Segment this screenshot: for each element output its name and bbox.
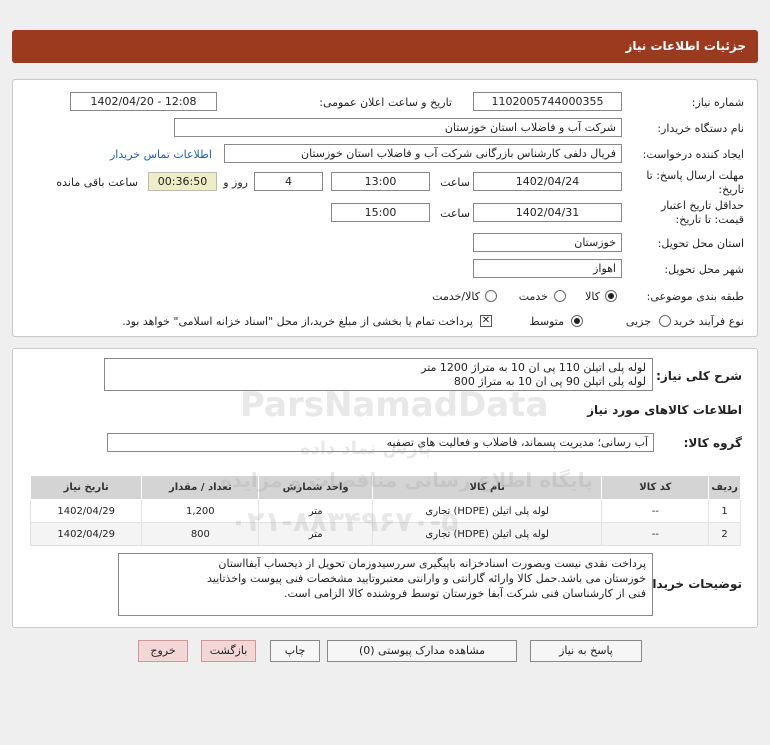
- cell-row: 1: [708, 499, 741, 523]
- goods-table-header: ردیف کد کالا نام کالا واحد شمارش تعداد /…: [29, 475, 741, 500]
- process-minor-label: جزیی: [625, 315, 651, 328]
- col-name-header: نام کالا: [371, 475, 603, 500]
- deadline-label-2: تاریخ:: [718, 183, 744, 196]
- category-goods-service-radio[interactable]: [485, 290, 497, 302]
- treasury-payment-note: پرداخت تمام یا بخشی از مبلغ خرید،از محل …: [122, 315, 473, 328]
- cell-name: لوله پلی اتیلن (HDPE) تجاری: [371, 522, 603, 546]
- buyer-notes-line-1: پرداخت نقدی نیست وبصورت اسنادخزانه باپیگ…: [218, 557, 646, 570]
- buyer-field: شرکت آب و فاضلاب استان خوزستان: [174, 118, 622, 137]
- days-label: روز و: [223, 176, 248, 189]
- cell-qty: 1,200: [141, 499, 260, 523]
- days-field: 4: [254, 172, 323, 191]
- goods-group-field: آب رسانی؛ مدیریت پسماند، فاضلاب و فعالیت…: [107, 433, 654, 452]
- cell-row: 2: [708, 522, 741, 546]
- category-service-radio[interactable]: [554, 290, 566, 302]
- category-goods-label: کالا: [585, 290, 600, 303]
- validity-time-label: ساعت: [440, 207, 470, 220]
- cell-date: 1402/04/29: [29, 522, 143, 546]
- cell-qty: 800: [141, 522, 260, 546]
- need-description-label: شرح کلی نیاز:: [656, 369, 742, 383]
- city-label: شهر محل تحویل:: [664, 263, 744, 276]
- goods-info-title: اطلاعات کالاهای مورد نیاز: [587, 403, 742, 417]
- deadline-date-field: 1402/04/24: [473, 172, 622, 191]
- page-header: جزئیات اطلاعات نیاز: [12, 30, 758, 63]
- table-row: 2 -- لوله پلی اتیلن (HDPE) تجاری متر 800…: [29, 522, 741, 546]
- validity-date-field: 1402/04/31: [473, 203, 622, 222]
- remaining-label: ساعت باقی مانده: [56, 176, 138, 189]
- category-goods-radio[interactable]: [605, 290, 617, 302]
- cell-unit: متر: [258, 522, 373, 546]
- col-qty-header: تعداد / مقدار: [141, 475, 260, 500]
- validity-time-field: 15:00: [331, 203, 430, 222]
- reply-button[interactable]: پاسخ به نیاز: [530, 640, 642, 662]
- back-button[interactable]: بازگشت: [201, 640, 256, 662]
- announce-label: تاریخ و ساعت اعلان عمومی:: [319, 96, 452, 109]
- buyer-notes-line-3: فنی از کارشناسان فنی شرکت آبفا خوزستان ت…: [283, 587, 646, 600]
- announce-field: 1402/04/20 - 12:08: [70, 92, 217, 111]
- need-number-label: شماره نیاز:: [691, 96, 744, 109]
- contact-buyer-link[interactable]: اطلاعات تماس خریدار: [110, 148, 212, 161]
- deadline-time-field: 13:00: [331, 172, 430, 191]
- col-date-header: تاریخ نیاز: [29, 475, 143, 500]
- category-service-label: خدمت: [518, 290, 548, 303]
- process-label: نوع فرآیند خرید :: [666, 315, 744, 328]
- print-button[interactable]: چاپ: [270, 640, 320, 662]
- need-number-field: 1102005744000355: [473, 92, 622, 111]
- cell-code: --: [601, 499, 710, 523]
- cell-date: 1402/04/29: [29, 499, 143, 523]
- attachments-button[interactable]: مشاهده مدارک پیوستی (0): [327, 640, 517, 662]
- treasury-payment-checkbox[interactable]: ✕: [480, 315, 492, 327]
- category-label: طبقه بندی موضوعی:: [646, 290, 744, 303]
- goods-table: ردیف کد کالا نام کالا واحد شمارش تعداد /…: [29, 475, 741, 546]
- creator-field: فریال دلفی کارشناس بازرگانی شرکت آب و فا…: [224, 144, 622, 163]
- validity-label-1: حداقل تاریخ اعتبار: [660, 199, 744, 212]
- deadline-label-1: مهلت ارسال پاسخ: تا: [646, 169, 744, 182]
- need-description-line-2: لوله پلی اتیلن 90 پی ان 10 به متراژ 800: [453, 375, 646, 388]
- table-row: 1 -- لوله پلی اتیلن (HDPE) تجاری متر 1,2…: [29, 499, 741, 523]
- col-row-header: ردیف: [708, 475, 741, 500]
- process-medium-radio[interactable]: [571, 315, 583, 327]
- buyer-label: نام دستگاه خریدار:: [657, 122, 744, 135]
- remaining-time-field: 00:36:50: [148, 172, 217, 191]
- need-description-line-1: لوله پلی اتیلن 110 پی ان 10 به متراژ 120…: [421, 361, 646, 374]
- province-field: خوزستان: [473, 233, 622, 252]
- cell-name: لوله پلی اتیلن (HDPE) تجاری: [371, 499, 603, 523]
- buyer-notes-label: توضیحات خریدار:: [640, 577, 742, 591]
- creator-label: ایجاد کننده درخواست:: [642, 148, 744, 161]
- col-unit-header: واحد شمارش: [258, 475, 373, 500]
- province-label: استان محل تحویل:: [657, 237, 744, 250]
- exit-button[interactable]: خروج: [138, 640, 188, 662]
- need-description-box: لوله پلی اتیلن 110 پی ان 10 به متراژ 120…: [104, 358, 653, 391]
- goods-group-label: گروه کالا:: [683, 436, 742, 450]
- page-title: جزئیات اطلاعات نیاز: [625, 39, 746, 53]
- validity-label-2: قیمت: تا تاریخ:: [675, 213, 744, 226]
- process-minor-radio[interactable]: [659, 315, 671, 327]
- deadline-time-label: ساعت: [440, 176, 470, 189]
- process-medium-label: متوسط: [529, 315, 564, 328]
- city-field: اهواز: [473, 259, 622, 278]
- buyer-notes-line-2: خوزستان می باشد.حمل کالا وارائه گارانتی …: [206, 572, 646, 585]
- cell-unit: متر: [258, 499, 373, 523]
- col-code-header: کد کالا: [601, 475, 710, 500]
- buyer-notes-box: پرداخت نقدی نیست وبصورت اسنادخزانه باپیگ…: [118, 553, 653, 616]
- cell-code: --: [601, 522, 710, 546]
- category-goods-service-label: کالا/خدمت: [432, 290, 480, 303]
